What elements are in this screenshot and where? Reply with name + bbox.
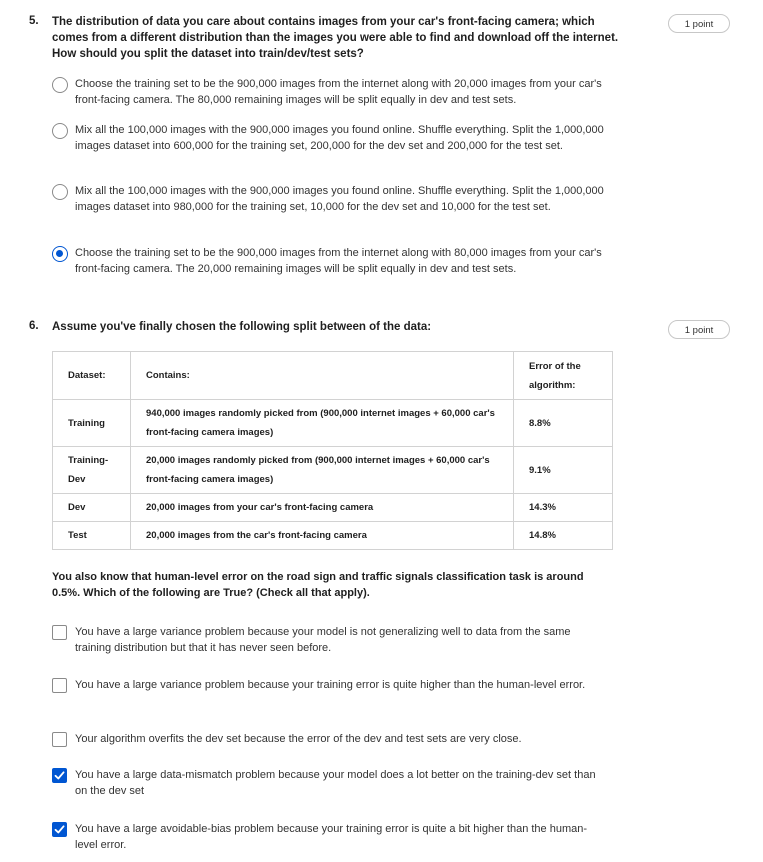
- table-cell: 20,000 images randomly picked from (900,…: [130, 446, 514, 494]
- table-cell: 20,000 images from the car's front-facin…: [130, 521, 514, 550]
- checkbox-checked[interactable]: [52, 822, 67, 837]
- table-cell: Training-Dev: [52, 446, 131, 494]
- subquestion-text: You also know that human-level error on …: [52, 571, 584, 599]
- table-cell: 20,000 images from your car's front-faci…: [130, 493, 514, 522]
- table-header-cell: Error of the algorithm:: [513, 351, 613, 400]
- points-badge: 1 point: [668, 320, 730, 339]
- question-text: Assume you've finally chosen the followi…: [52, 321, 432, 333]
- checkmark-icon: [54, 771, 65, 780]
- question-text: The distribution of data you care about …: [52, 16, 619, 60]
- option-label: Mix all the 100,000 images with the 900,…: [75, 124, 604, 152]
- question-number: 6.: [29, 320, 39, 332]
- table-cell: Training: [52, 399, 131, 447]
- option-label: You have a large variance problem becaus…: [75, 679, 586, 691]
- table-cell: 14.3%: [513, 493, 613, 522]
- checkbox[interactable]: [52, 732, 67, 747]
- table-row: Training-Dev 20,000 images randomly pick…: [52, 446, 613, 494]
- table-cell: 8.8%: [513, 399, 613, 447]
- radio-button[interactable]: [52, 77, 68, 93]
- table-cell: 14.8%: [513, 521, 613, 550]
- table-row: Dev 20,000 images from your car's front-…: [52, 493, 613, 522]
- question-number: 5.: [29, 15, 39, 27]
- checkbox-checked[interactable]: [52, 768, 67, 783]
- option-label: You have a large variance problem becaus…: [75, 626, 571, 654]
- radio-button[interactable]: [52, 184, 68, 200]
- table-header-cell: Dataset:: [52, 351, 131, 400]
- option-label: Your algorithm overfits the dev set beca…: [75, 733, 522, 745]
- table-cell: Test: [52, 521, 131, 550]
- option-label: You have a large avoidable-bias problem …: [75, 823, 588, 851]
- radio-button[interactable]: [52, 123, 68, 139]
- data-split-table: Dataset: Contains: Error of the algorith…: [52, 351, 613, 550]
- checkbox[interactable]: [52, 625, 67, 640]
- option-label: Choose the training set to be the 900,00…: [75, 247, 602, 275]
- table-row: Training 940,000 images randomly picked …: [52, 399, 613, 447]
- table-cell: Dev: [52, 493, 131, 522]
- checkmark-icon: [54, 825, 65, 834]
- table-cell: 940,000 images randomly picked from (900…: [130, 399, 514, 447]
- points-badge: 1 point: [668, 14, 730, 33]
- checkbox[interactable]: [52, 678, 67, 693]
- radio-button-selected[interactable]: [52, 246, 68, 262]
- option-label: Mix all the 100,000 images with the 900,…: [75, 185, 604, 213]
- table-header-row: Dataset: Contains: Error of the algorith…: [52, 351, 613, 400]
- table-header-cell: Contains:: [130, 351, 514, 400]
- option-label: You have a large data-mismatch problem b…: [75, 769, 596, 797]
- table-row: Test 20,000 images from the car's front-…: [52, 521, 613, 550]
- table-cell: 9.1%: [513, 446, 613, 494]
- option-label: Choose the training set to be the 900,00…: [75, 78, 602, 106]
